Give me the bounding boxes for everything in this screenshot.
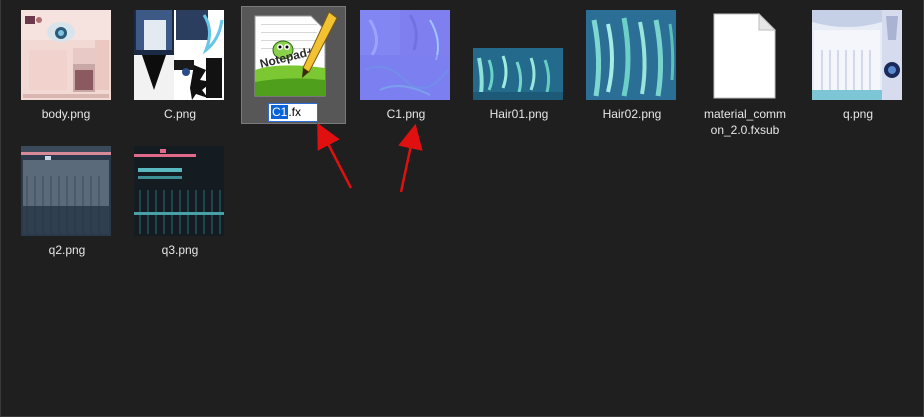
- file-explorer-view: body.png C.png Notepad++ C1.fx C1.png Ha…: [0, 0, 924, 417]
- red-arrow-annotation: [317, 122, 423, 193]
